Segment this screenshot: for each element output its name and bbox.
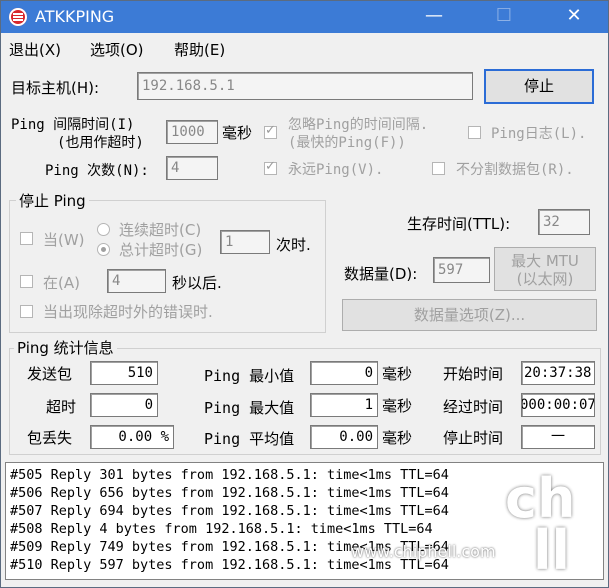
interval-input[interactable]: 1000	[166, 120, 218, 144]
close-icon[interactable]: ✕	[551, 1, 597, 33]
max-label: Ping 最大值	[204, 399, 295, 417]
loss-unit: %	[160, 429, 169, 445]
min-value: 0	[310, 361, 378, 385]
watermark-url: www.chiphell.com	[351, 542, 496, 561]
stop-at-label: 在(A)	[43, 274, 80, 292]
forever-ping-label: 永远Ping(V).	[288, 162, 384, 178]
interval-sublabel: (也用作超时)	[57, 135, 144, 151]
stop-button[interactable]: 停止	[484, 69, 594, 104]
timeout-count-input[interactable]: 1	[220, 230, 270, 254]
start-time-value: 20:37:38	[521, 361, 595, 385]
max-unit: 毫秒	[382, 397, 413, 415]
app-window: ATKKPING — ☐ ✕ 退出(X) 选项(O) 帮助(E) 目标主机(H)…	[0, 0, 609, 588]
loss-number: 0.00	[118, 429, 153, 445]
ttl-label: 生存时间(TTL):	[407, 215, 511, 233]
ignore-interval-checkbox[interactable]	[264, 123, 277, 139]
sent-value: 510	[90, 361, 158, 385]
target-host-input[interactable]: 192.168.5.1	[137, 72, 473, 100]
elapsed-time-label: 经过时间	[443, 398, 504, 416]
times-unit: 次时.	[276, 236, 311, 254]
menu-bar: 退出(X) 选项(O) 帮助(E)	[1, 34, 608, 62]
max-value: 1	[310, 393, 378, 417]
data-options-button[interactable]: 数据量选项(Z)...	[342, 299, 597, 331]
forever-ping-checkbox[interactable]	[264, 159, 277, 175]
consecutive-timeout-radio[interactable]	[97, 223, 110, 236]
menu-exit[interactable]: 退出(X)	[9, 39, 61, 60]
stop-when-checkbox[interactable]	[20, 232, 33, 245]
no-fragment-label: 不分割数据包(R).	[456, 162, 574, 178]
max-mtu-line2: (以太网)	[516, 270, 574, 288]
max-mtu-line1: 最大 MTU	[511, 252, 579, 270]
ignore-interval-sublabel: (最快的Ping(F))	[288, 135, 406, 151]
stop-on-error-checkbox[interactable]	[20, 305, 33, 318]
interval-label: Ping 间隔时间(I)	[11, 117, 135, 133]
max-mtu-button[interactable]: 最大 MTU (以太网)	[494, 247, 596, 291]
maximize-icon[interactable]: ☐	[481, 1, 527, 33]
stop-on-error-label: 当出现除超时外的错误时.	[43, 303, 213, 321]
avg-label: Ping 平均值	[204, 430, 295, 448]
timeout-value: 0	[90, 393, 158, 417]
menu-help[interactable]: 帮助(E)	[174, 39, 225, 60]
total-timeout-radio[interactable]	[97, 243, 110, 256]
ping-stats-title: Ping 统计信息	[14, 337, 117, 358]
stop-at-checkbox[interactable]	[20, 275, 33, 288]
target-host-label: 目标主机(H):	[11, 79, 100, 97]
timeout-label: 超时	[46, 398, 77, 416]
seconds-unit: 秒以后.	[172, 274, 222, 292]
ignore-interval-label: 忽略Ping的时间间隔.	[288, 117, 429, 133]
data-size-label: 数据量(D):	[344, 265, 418, 283]
total-timeout-label: 总计超时(G)	[119, 241, 203, 259]
avg-unit: 毫秒	[382, 429, 413, 447]
elapsed-time-value: 000:00:07	[521, 393, 595, 417]
min-unit: 毫秒	[382, 365, 413, 383]
minimize-icon[interactable]: —	[411, 1, 457, 33]
ttl-input[interactable]: 32	[538, 209, 590, 235]
loss-label: 包丢失	[27, 429, 73, 447]
stop-time-value: 一	[521, 425, 595, 449]
stop-when-label: 当(W)	[43, 231, 85, 249]
title-bar[interactable]: ATKKPING — ☐ ✕	[1, 1, 608, 33]
ping-log-checkbox[interactable]	[468, 126, 481, 139]
min-label: Ping 最小值	[204, 367, 295, 385]
avg-value: 0.00	[310, 425, 378, 449]
data-size-input[interactable]: 597	[433, 257, 490, 283]
loss-value: 0.00 %	[90, 425, 174, 449]
consecutive-timeout-label: 连续超时(C)	[119, 221, 202, 239]
ping-log-label: Ping日志(L).	[491, 126, 587, 142]
count-label: Ping 次数(N):	[45, 163, 149, 179]
watermark-logo: ch ll	[505, 467, 576, 582]
no-fragment-checkbox[interactable]	[432, 162, 445, 175]
app-logo-icon	[9, 8, 27, 26]
stop-ping-group-title: 停止 Ping	[16, 190, 89, 211]
seconds-input[interactable]: 4	[107, 269, 166, 293]
count-input[interactable]: 4	[166, 156, 218, 180]
menu-options[interactable]: 选项(O)	[90, 39, 144, 60]
window-title: ATKKPING	[35, 7, 115, 26]
start-time-label: 开始时间	[443, 365, 504, 383]
interval-unit: 毫秒	[222, 124, 253, 142]
stop-time-label: 停止时间	[443, 429, 504, 447]
sent-label: 发送包	[27, 365, 73, 383]
